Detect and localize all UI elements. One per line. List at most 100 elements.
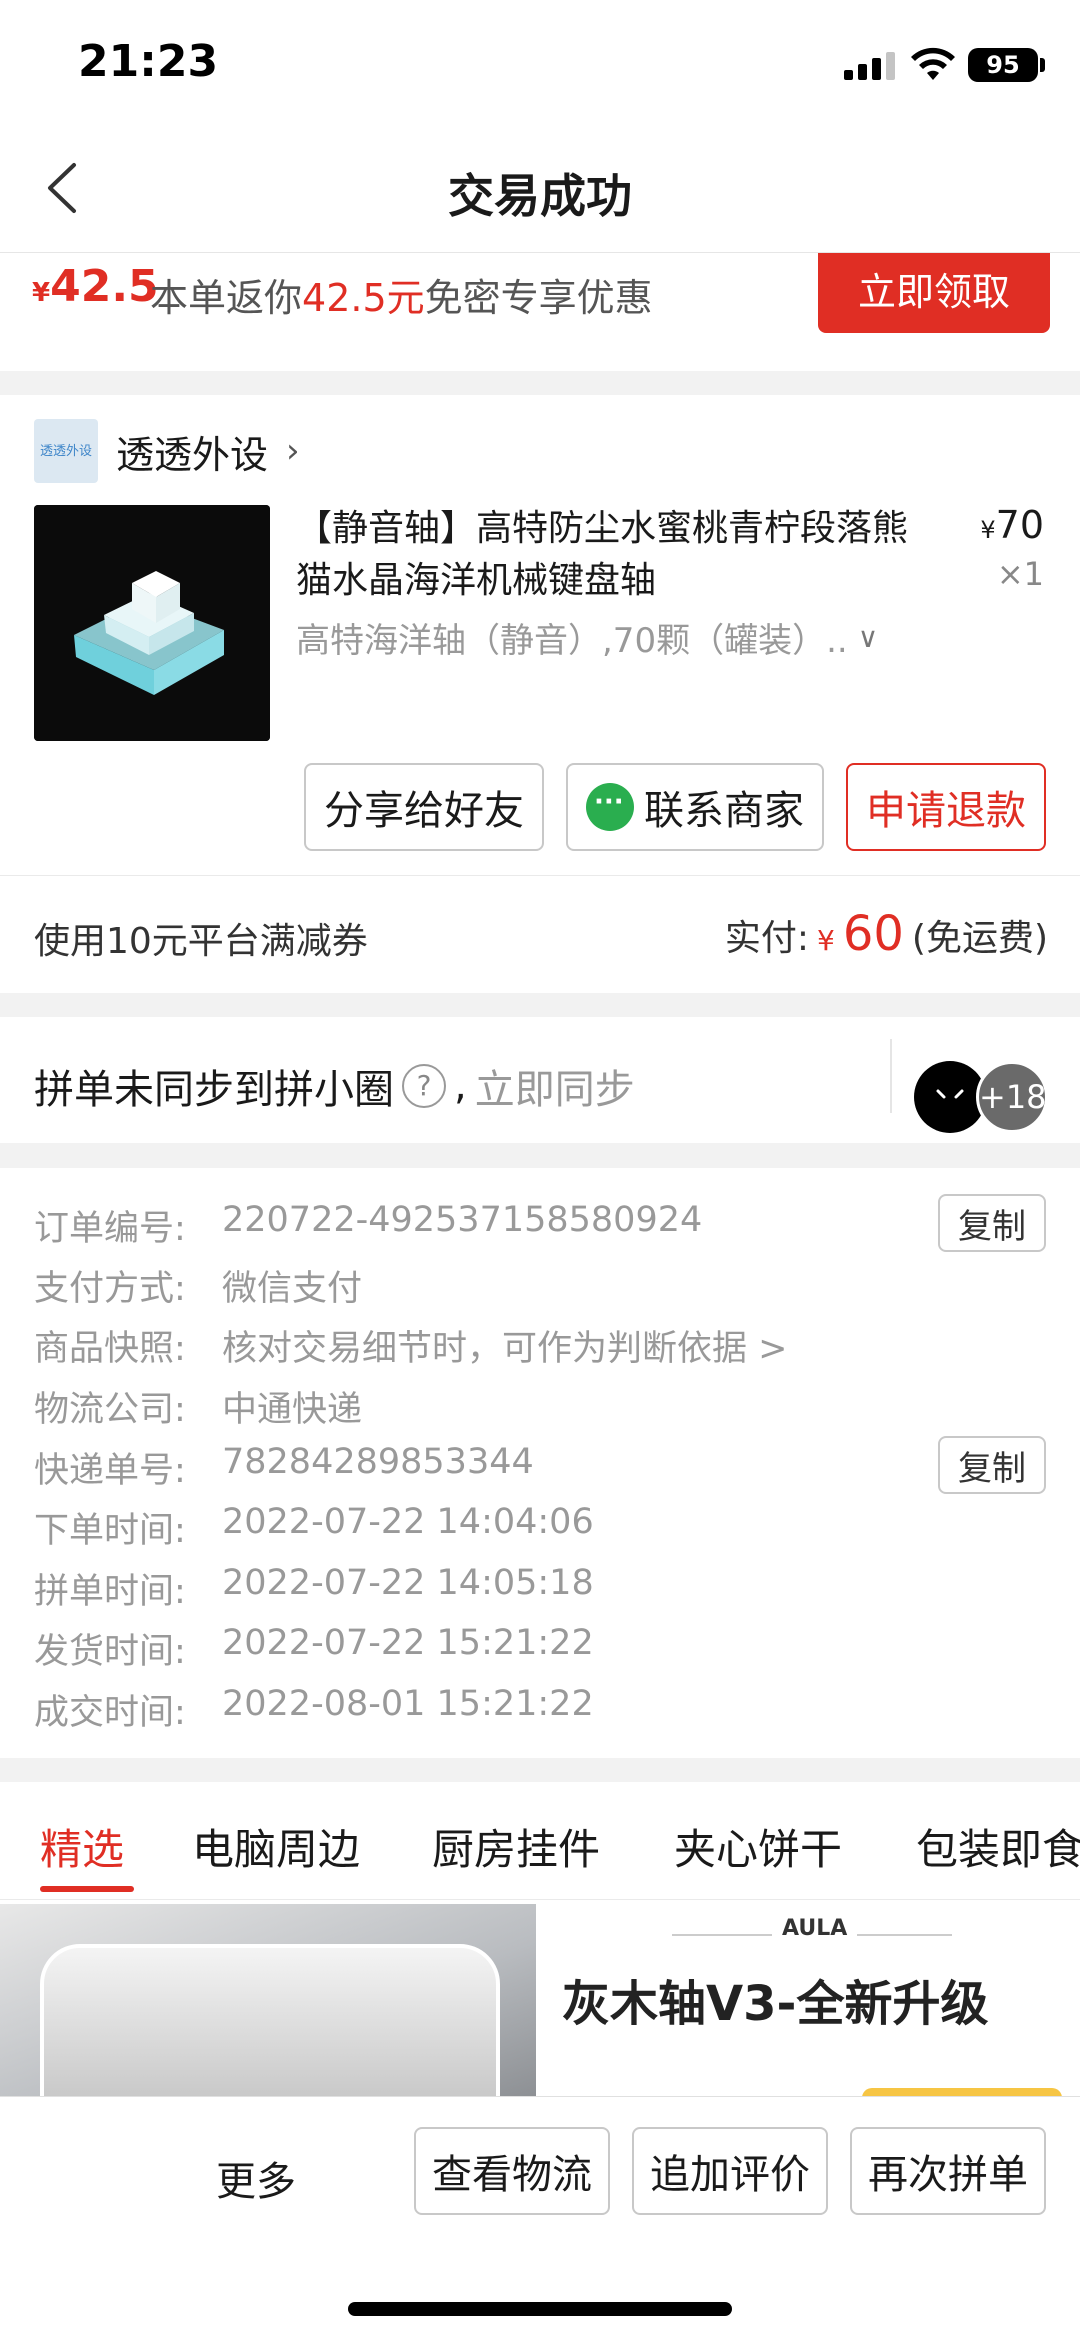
- info-row-deal-time: 成交时间: 2022-08-01 15:21:22: [34, 1684, 594, 1735]
- sync-now-link[interactable]: 立即同步: [475, 1057, 635, 1115]
- chevron-right-icon: ›: [286, 431, 300, 471]
- coupon-text: 使用10元平台满减券: [34, 921, 368, 962]
- copy-tracking-button[interactable]: 复制: [938, 1436, 1046, 1494]
- info-value: 中通快递: [222, 1390, 363, 1430]
- info-value: 2022-08-01 15:21:22: [222, 1684, 594, 1724]
- paid-label: 实付:: [724, 918, 809, 959]
- info-row-snapshot[interactable]: 商品快照: 核对交易细节时，可作为判断依据 >: [34, 1320, 787, 1371]
- product-qty: ×1: [996, 555, 1044, 593]
- view-logistics-button[interactable]: 查看物流: [414, 2127, 610, 2215]
- chat-icon: [586, 783, 634, 831]
- rebuy-button[interactable]: 再次拼单: [850, 2127, 1046, 2215]
- tab-kitchen[interactable]: 厨房挂件: [432, 1816, 600, 1877]
- store-name: 透透外设: [116, 432, 269, 477]
- nav-bar: 交易成功: [0, 128, 1080, 253]
- add-review-button[interactable]: 追加评价: [632, 2127, 828, 2215]
- home-indicator[interactable]: [348, 2302, 732, 2316]
- info-label: 发货时间:: [34, 1632, 186, 1672]
- order-info: 订单编号: 220722-492537158580924 复制 支付方式: 微信支付…: [0, 1168, 1080, 1758]
- product-spec[interactable]: 高特海洋轴（静音）,70颗（罐装）.. ∨: [296, 613, 936, 662]
- keyboard-switch-illustration: [34, 505, 270, 741]
- status-bar: 21:23 95: [0, 0, 1080, 128]
- info-label: 订单编号:: [34, 1209, 186, 1249]
- info-value: 2022-07-22 15:21:22: [222, 1623, 594, 1663]
- promo-text-highlight: 42.5元: [302, 276, 425, 320]
- bottom-buttons: 查看物流 追加评价 再次拼单: [414, 2127, 1046, 2215]
- page-title: 交易成功: [448, 169, 632, 223]
- sync-circle-row[interactable]: 拼单未同步到拼小圈 ? , 立即同步 +18: [0, 1017, 1080, 1143]
- info-row-courier: 物流公司: 中通快递: [34, 1381, 362, 1432]
- info-label: 支付方式:: [34, 1269, 186, 1309]
- cashback-promo: ¥42.5 本单返你42.5元免密专享优惠 立即领取: [0, 253, 1080, 371]
- chevron-down-icon: ∨: [857, 621, 879, 654]
- info-row-group-time: 拼单时间: 2022-07-22 14:05:18: [34, 1563, 594, 1614]
- tab-computer[interactable]: 电脑周边: [192, 1816, 360, 1877]
- price-value: 70: [995, 503, 1044, 547]
- category-tabs: 精选 电脑周边 厨房挂件 夹心饼干 包装即食: [0, 1782, 1080, 1900]
- tab-instant-food[interactable]: 包装即食: [916, 1816, 1080, 1877]
- tab-featured[interactable]: 精选: [40, 1816, 124, 1877]
- product-spec-text: 高特海洋轴（静音）,70颗（罐装）..: [296, 621, 848, 661]
- info-label: 商品快照:: [34, 1329, 186, 1369]
- info-row-order-no: 订单编号: 220722-492537158580924: [34, 1200, 702, 1251]
- help-icon[interactable]: ?: [402, 1064, 446, 1108]
- feed-item-image[interactable]: [0, 1904, 536, 2096]
- product-image[interactable]: [34, 505, 270, 741]
- paid-amount: 实付: ¥ 60 (免运费): [725, 906, 1048, 962]
- share-button[interactable]: 分享给好友: [304, 763, 544, 851]
- promo-amount-value: 42.5: [50, 261, 159, 312]
- info-row-payment: 支付方式: 微信支付: [34, 1260, 362, 1311]
- refund-button[interactable]: 申请退款: [846, 763, 1046, 851]
- store-logo: 透透外设: [34, 419, 98, 483]
- price-currency: ¥: [980, 516, 996, 544]
- status-time: 21:23: [78, 36, 219, 87]
- jar-image: [40, 1944, 500, 2096]
- more-button[interactable]: 更多: [216, 2149, 296, 2207]
- feed-item-ad[interactable]: AULA 灰木轴V3-全新升级: [542, 1904, 1080, 2096]
- sync-label: 拼单未同步到拼小圈: [34, 1067, 394, 1113]
- promo-text-before: 本单返你: [150, 276, 303, 320]
- paid-currency: ¥: [817, 924, 835, 957]
- info-value: 核对交易细节时，可作为判断依据 >: [222, 1329, 788, 1369]
- product-feed: AULA 灰木轴V3-全新升级: [0, 1900, 1080, 2096]
- info-label: 下单时间:: [34, 1511, 186, 1551]
- info-row-order-time: 下单时间: 2022-07-22 14:04:06: [34, 1502, 594, 1553]
- feed-headline: 灰木轴V3-全新升级: [562, 1976, 989, 2032]
- battery-tip: [1040, 58, 1045, 72]
- sync-comma: ,: [454, 1063, 467, 1109]
- info-row-tracking: 快递单号: 78284289853344: [34, 1442, 534, 1493]
- promo-text-after: 免密专享优惠: [424, 276, 653, 320]
- info-value: 2022-07-22 14:04:06: [222, 1502, 594, 1542]
- order-actions: 分享给好友 联系商家 申请退款: [304, 763, 1046, 851]
- paid-value: 60: [842, 906, 904, 962]
- contact-seller-button[interactable]: 联系商家: [566, 763, 824, 851]
- product-title[interactable]: 【静音轴】高特防尘水蜜桃青柠段落熊猫水晶海洋机械键盘轴: [296, 503, 916, 607]
- info-label: 快递单号:: [34, 1451, 186, 1491]
- contact-label: 联系商家: [644, 788, 804, 834]
- brand-logo: AULA: [772, 1916, 858, 1941]
- feed-tag: [862, 2088, 1062, 2096]
- info-value: 微信支付: [222, 1269, 363, 1309]
- payment-summary: 使用10元平台满减券 实付: ¥ 60 (免运费): [0, 875, 1080, 993]
- info-value: 78284289853344: [222, 1442, 534, 1482]
- promo-amount: ¥42.5: [32, 261, 159, 312]
- claim-button[interactable]: 立即领取: [818, 253, 1050, 333]
- product-price: ¥70: [980, 503, 1044, 547]
- divider: [890, 1039, 892, 1113]
- info-value: 2022-07-22 14:05:18: [222, 1563, 594, 1603]
- sync-text: 拼单未同步到拼小圈 ? , 立即同步: [34, 1057, 635, 1115]
- copy-order-no-button[interactable]: 复制: [938, 1194, 1046, 1252]
- info-row-ship-time: 发货时间: 2022-07-22 15:21:22: [34, 1623, 594, 1674]
- info-label: 物流公司:: [34, 1390, 186, 1430]
- info-value: 220722-492537158580924: [222, 1200, 703, 1240]
- info-label: 成交时间:: [34, 1693, 186, 1733]
- info-label: 拼单时间:: [34, 1572, 186, 1612]
- active-tab-indicator: [40, 1886, 134, 1892]
- store-link[interactable]: 透透外设 透透外设 ›: [34, 419, 300, 483]
- promo-text: 本单返你42.5元免密专享优惠: [150, 267, 653, 322]
- battery-icon: 95: [968, 48, 1038, 82]
- shipping-note: (免运费): [911, 918, 1048, 959]
- tab-biscuits[interactable]: 夹心饼干: [674, 1816, 842, 1877]
- promo-currency: ¥: [32, 278, 51, 308]
- order-card: 透透外设 透透外设 › 【静音轴】高特防尘水蜜桃青柠段落熊猫水晶海洋机械键盘轴 …: [0, 395, 1080, 875]
